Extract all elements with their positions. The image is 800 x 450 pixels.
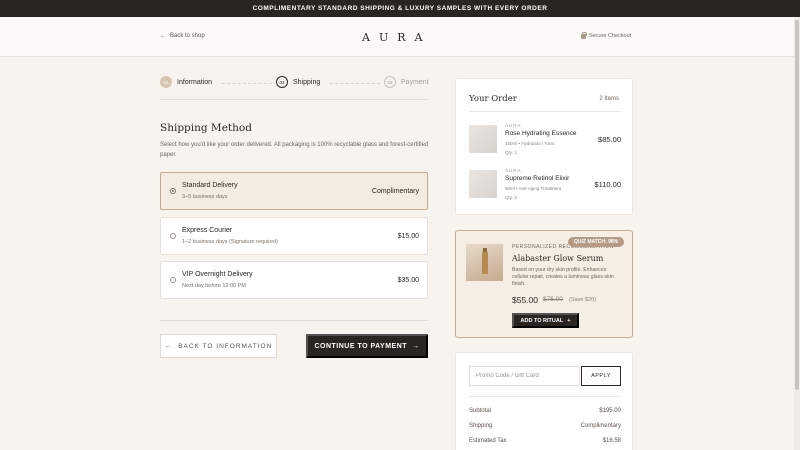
item-name: Rose Hydrating Essence (505, 130, 577, 137)
option-price: Complimentary (371, 188, 419, 195)
serum-bottle-icon (482, 248, 488, 274)
back-to-shop-label: Back to shop (170, 33, 205, 39)
secure-checkout-label: Secure Checkout (589, 33, 632, 39)
item-brand: AURA (505, 168, 522, 173)
option-subtext: 1–2 business days (Signature required) (182, 239, 279, 245)
item-brand: AURA (505, 123, 522, 128)
step-label: Payment (401, 78, 429, 86)
summary-value: $16.58 (602, 438, 621, 444)
arrow-right-icon: → (412, 342, 420, 350)
back-to-information-button[interactable]: ← BACK TO INFORMATION (160, 334, 277, 358)
product-thumbnail (469, 170, 497, 198)
shipping-option-standard[interactable]: Standard Delivery 3–5 business days Comp… (160, 172, 428, 210)
radio-button[interactable] (170, 188, 176, 194)
checkout-steps: 01 Information 02 Shipping 03 Payment (160, 76, 429, 92)
recommendation-old-price: $75.00 (543, 296, 563, 303)
lock-icon (581, 31, 587, 39)
step-shipping[interactable]: 02 Shipping (276, 76, 320, 88)
option-price: $15.00 (397, 233, 419, 240)
quiz-match-badge: QUIZ MATCH: 98% (568, 237, 625, 247)
option-name: Express Courier (182, 227, 233, 234)
product-thumbnail (469, 125, 497, 153)
arrow-left-icon: ← (160, 33, 166, 39)
site-header: ← Back to shop AURA Secure Checkout (0, 17, 795, 57)
back-to-shop-link[interactable]: ← Back to shop (160, 33, 205, 39)
shipping-option-express[interactable]: Express Courier 1–2 business days (Signa… (160, 217, 428, 255)
add-to-ritual-label: ADD TO RITUAL (520, 317, 564, 324)
option-name: Standard Delivery (182, 182, 238, 189)
continue-to-payment-label: CONTINUE TO PAYMENT (314, 342, 408, 350)
divider (469, 111, 621, 112)
continue-to-payment-button[interactable]: CONTINUE TO PAYMENT → (306, 334, 428, 358)
option-subtext: 3–5 business days (182, 194, 228, 200)
radio-button[interactable] (170, 233, 176, 239)
order-title: Your Order (469, 94, 517, 104)
summary-value: Complimentary (580, 423, 621, 429)
shipping-method-description: Select how you'd like your order deliver… (160, 142, 429, 158)
radio-button[interactable] (170, 277, 176, 283)
recommendation-price: $55.00 (512, 295, 538, 305)
step-number: 02 (276, 76, 288, 88)
recommendation-savings: (Save $20) (569, 297, 596, 303)
summary-value: $195.00 (599, 408, 621, 414)
step-information[interactable]: 01 Information (160, 76, 212, 88)
step-label: Information (177, 78, 213, 86)
divider (469, 396, 621, 397)
price-summary-card: APPLY Subtotal $195.00 Shipping Complime… (455, 352, 633, 450)
summary-row-shipping: Shipping Complimentary (469, 423, 621, 433)
item-quantity: Qty: 1 (505, 195, 518, 200)
add-to-ritual-button[interactable]: ADD TO RITUAL + (512, 313, 579, 328)
step-number: 01 (160, 76, 172, 88)
summary-label: Shipping (469, 423, 493, 429)
summary-row-tax: Estimated Tax $16.58 (469, 438, 621, 448)
order-item: AURA Rose Hydrating Essence 150ml • Hydr… (469, 123, 621, 157)
step-number: 03 (384, 76, 396, 88)
promo-banner: COMPLIMENTARY STANDARD SHIPPING & LUXURY… (0, 0, 800, 17)
scrollbar-thumb[interactable] (795, 20, 799, 390)
apply-promo-button[interactable]: APPLY (581, 366, 621, 386)
plus-icon: + (567, 317, 571, 324)
step-payment: 03 Payment (384, 76, 429, 88)
step-connector (222, 83, 272, 84)
back-to-information-label: BACK TO INFORMATION (178, 342, 273, 350)
step-label: Shipping (293, 78, 321, 86)
serum-thumbnail (466, 244, 503, 281)
item-name: Supreme Retinol Elixir (505, 175, 570, 182)
item-quantity: Qty: 1 (505, 150, 518, 155)
item-price: $85.00 (598, 135, 621, 144)
option-subtext: Next day before 12:00 PM (182, 283, 246, 289)
order-summary-card: Your Order 2 Items AURA Rose Hydrating E… (455, 78, 633, 215)
summary-row-subtotal: Subtotal $195.00 (469, 408, 621, 418)
divider (160, 99, 428, 100)
summary-label: Estimated Tax (469, 438, 507, 444)
recommendation-description: Based on your dry skin profile. Enhances… (512, 267, 614, 287)
step-connector (330, 83, 380, 84)
item-meta: 50ml • Anti-Aging Treatment (505, 186, 561, 191)
recommendation-card: PERSONALIZED RECOMMENDATION QUIZ MATCH: … (455, 230, 633, 338)
item-meta: 150ml • Hydration / Tonic (505, 141, 555, 146)
recommendation-name: Alabaster Glow Serum (512, 254, 604, 263)
secure-checkout: Secure Checkout (581, 31, 632, 39)
shipping-method-title: Shipping Method (160, 122, 252, 134)
summary-label: Subtotal (469, 408, 492, 414)
brand-logo[interactable]: AURA (362, 31, 431, 44)
option-name: VIP Overnight Delivery (182, 271, 253, 278)
promo-banner-text: COMPLIMENTARY STANDARD SHIPPING & LUXURY… (252, 5, 548, 12)
divider (160, 320, 428, 321)
arrow-left-icon: ← (164, 342, 173, 350)
order-item-count: 2 Items (599, 96, 619, 102)
order-item: AURA Supreme Retinol Elixir 50ml • Anti-… (469, 168, 621, 202)
promo-code-input[interactable] (469, 366, 580, 386)
shipping-option-vip[interactable]: VIP Overnight Delivery Next day before 1… (160, 261, 428, 299)
option-price: $35.00 (397, 277, 419, 284)
item-price: $110.00 (594, 180, 621, 189)
